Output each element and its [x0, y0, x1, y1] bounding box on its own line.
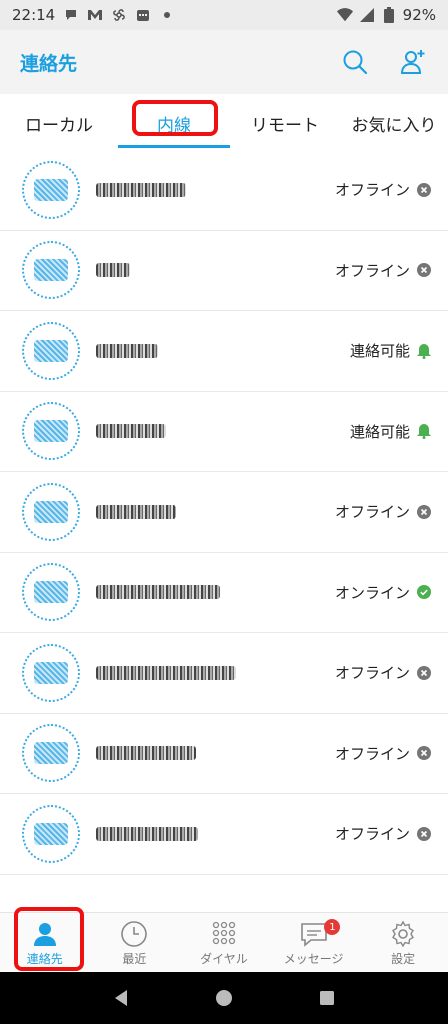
- contact-name-redacted: [96, 504, 176, 519]
- status-bar: 22:14 92%: [0, 0, 448, 30]
- offline-icon: [416, 745, 432, 761]
- dot-icon: [159, 7, 175, 23]
- contact-status: オフライン: [334, 181, 410, 200]
- nav-label: 設定: [391, 952, 416, 966]
- contact-name-redacted: [96, 585, 220, 600]
- nav-label: ダイヤル: [200, 952, 248, 966]
- tab-local[interactable]: ローカル: [0, 94, 118, 152]
- avatar: [22, 321, 80, 380]
- contact-row[interactable]: オフライン: [0, 231, 448, 311]
- status-time: 22:14: [12, 6, 56, 24]
- bell-icon: [416, 423, 432, 440]
- contact-name-redacted: [96, 182, 186, 197]
- wifi-icon: [336, 7, 353, 23]
- highlight-box: [14, 907, 84, 971]
- contact-status: オフライン: [334, 744, 410, 763]
- contact-name-redacted: [96, 343, 158, 358]
- contact-list: オフライン オフライン 連絡可能 連絡可能 オフライン オンライン オフライン …: [0, 150, 448, 875]
- bell-icon: [416, 343, 432, 359]
- highlight-box: [132, 100, 218, 136]
- offline-icon: [416, 504, 432, 520]
- contact-status: オンライン: [334, 583, 410, 602]
- tab-label: ローカル: [25, 115, 93, 136]
- contact-name-redacted: [96, 826, 198, 841]
- offline-icon: [416, 262, 432, 278]
- system-nav-bar: [0, 972, 448, 1024]
- contact-row[interactable]: オフライン: [0, 794, 448, 875]
- contact-row[interactable]: 連絡可能: [0, 392, 448, 472]
- contact-status: 連絡可能: [349, 342, 410, 361]
- contact-status: 連絡可能: [349, 422, 410, 441]
- nav-settings[interactable]: 設定: [358, 913, 448, 972]
- tab-remote[interactable]: リモート: [230, 94, 340, 152]
- nav-label: メッセージ: [283, 952, 344, 966]
- contact-status: オフライン: [334, 664, 410, 683]
- tab-extension[interactable]: 内線: [118, 94, 230, 152]
- clock-icon: [118, 918, 150, 950]
- app-header: 連絡先: [0, 30, 448, 94]
- avatar: [22, 643, 80, 702]
- contact-row[interactable]: オンライン: [0, 553, 448, 633]
- contact-status: オフライン: [334, 503, 410, 522]
- offline-icon: [416, 182, 432, 198]
- contact-status: オフライン: [334, 825, 410, 844]
- nav-contacts[interactable]: 連絡先: [0, 907, 90, 972]
- offline-icon: [416, 826, 432, 842]
- mail-icon: [87, 7, 103, 23]
- contact-name-redacted: [96, 424, 166, 439]
- avatar: [22, 482, 80, 541]
- calendar-icon: [135, 7, 151, 23]
- contact-name-redacted: [96, 665, 236, 680]
- contact-row[interactable]: オフライン: [0, 472, 448, 553]
- tab-label: お気に入り: [351, 115, 437, 136]
- avatar: [22, 563, 80, 622]
- offline-icon: [416, 665, 432, 681]
- avatar: [22, 804, 80, 863]
- tab-favorites[interactable]: お気に入り: [340, 94, 448, 152]
- contact-row[interactable]: オフライン: [0, 714, 448, 794]
- contact-row[interactable]: オフライン: [0, 150, 448, 231]
- avatar: [22, 402, 80, 461]
- add-contact-icon[interactable]: [398, 47, 428, 77]
- avatar: [22, 241, 80, 300]
- tab-label: リモート: [251, 115, 319, 136]
- unread-badge: 1: [324, 919, 341, 935]
- tab-bar: ローカル 内線 リモート お気に入り: [0, 94, 448, 152]
- home-icon[interactable]: [212, 986, 236, 1010]
- fan-icon: [111, 7, 127, 23]
- contact-name-redacted: [96, 263, 130, 278]
- online-check-icon: [416, 584, 432, 600]
- chat-bubble-icon: [63, 7, 79, 23]
- nav-messages[interactable]: 1 メッセージ: [269, 913, 359, 972]
- contact-row[interactable]: 連絡可能: [0, 311, 448, 392]
- contact-name-redacted: [96, 746, 196, 761]
- dialpad-icon: [208, 918, 240, 950]
- nav-label: 最近: [122, 952, 147, 966]
- contact-status: オフライン: [334, 261, 410, 280]
- avatar: [22, 160, 80, 219]
- page-title: 連絡先: [20, 52, 78, 75]
- back-icon[interactable]: [109, 986, 133, 1010]
- bottom-nav: 連絡先 最近 ダイヤル 1 メッセージ 設定: [0, 907, 448, 972]
- recents-icon[interactable]: [315, 986, 339, 1010]
- battery-percent: 92%: [402, 6, 436, 24]
- avatar: [22, 724, 80, 783]
- nav-recent[interactable]: 最近: [90, 913, 180, 972]
- battery-icon: [381, 7, 397, 23]
- nav-dialpad[interactable]: ダイヤル: [179, 913, 269, 972]
- gear-icon: [387, 918, 419, 950]
- contact-row[interactable]: オフライン: [0, 633, 448, 714]
- search-icon[interactable]: [340, 47, 370, 77]
- signal-icon: [359, 7, 375, 23]
- active-tab-indicator: [118, 145, 230, 148]
